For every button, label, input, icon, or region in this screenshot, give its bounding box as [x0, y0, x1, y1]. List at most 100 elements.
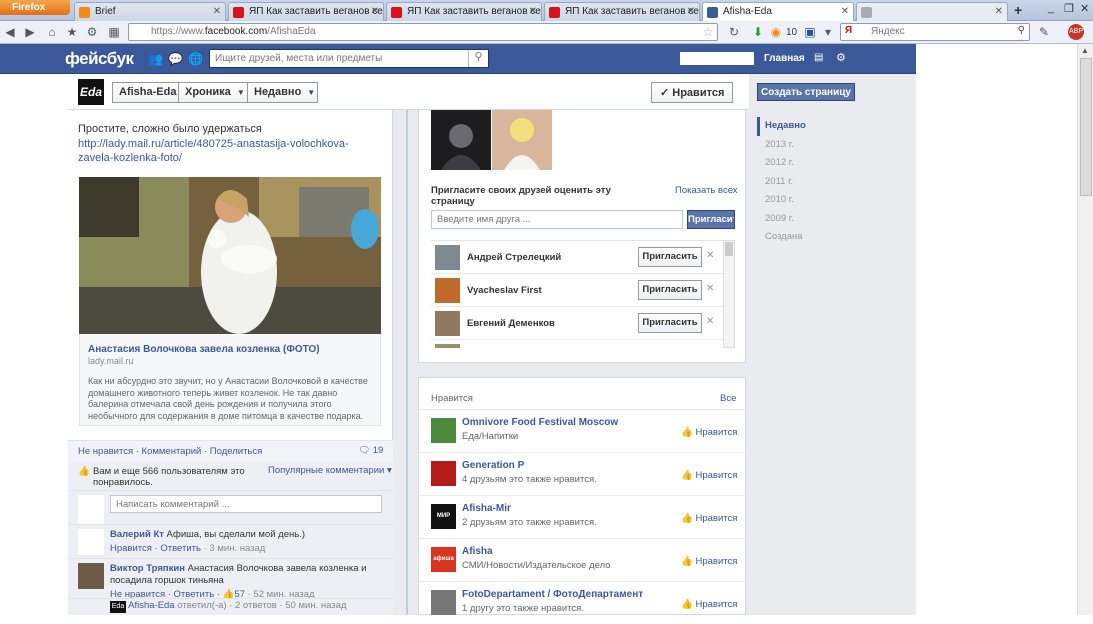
- close-icon[interactable]: ✕: [995, 6, 1003, 17]
- year-item-2013[interactable]: 2013 г.: [757, 136, 837, 155]
- year-item-2010[interactable]: 2010 г.: [757, 191, 837, 210]
- tab-article-2[interactable]: ЯП Как заставить веганов себ... ✕: [386, 2, 542, 21]
- friend-name[interactable]: Евгений Деменков: [467, 318, 555, 329]
- avatar[interactable]: [435, 344, 460, 348]
- comments-count[interactable]: 🗨 19: [358, 445, 383, 456]
- reload-icon[interactable]: ↻: [726, 24, 742, 40]
- minimize-button[interactable]: _: [1048, 2, 1054, 16]
- messages-icon[interactable]: 💬: [168, 52, 183, 66]
- avatar[interactable]: [431, 418, 456, 443]
- forward-icon[interactable]: ▶: [22, 24, 38, 40]
- year-item-recent[interactable]: Недавно: [757, 117, 837, 136]
- facebook-logo[interactable]: фейсбук: [65, 49, 134, 69]
- star-icon[interactable]: ☆: [700, 24, 716, 40]
- tab-brief[interactable]: Brief ✕: [74, 2, 226, 21]
- liked-page-name[interactable]: Afisha: [462, 546, 493, 557]
- fb-search-input[interactable]: Ищите друзей, места или предметы: [209, 49, 489, 68]
- link-title[interactable]: Анастасия Волочкова завела козленка (ФОТ…: [88, 344, 320, 355]
- friend-name[interactable]: Vyacheslav First: [467, 285, 542, 296]
- notifications-icon[interactable]: 🌐: [188, 52, 203, 66]
- home-icon[interactable]: ⌂: [44, 24, 60, 40]
- gear-icon[interactable]: ⚙: [836, 51, 846, 64]
- liked-button[interactable]: ✓ Нравится: [651, 82, 734, 103]
- invite-friend-button[interactable]: Пригласить: [638, 313, 702, 333]
- avatar[interactable]: МИР: [431, 504, 456, 529]
- new-tab-button[interactable]: +: [1014, 2, 1022, 18]
- close-icon[interactable]: ✕: [706, 250, 714, 261]
- avatar[interactable]: афиша: [431, 547, 456, 572]
- account-icon[interactable]: ▤: [814, 52, 823, 63]
- avatar[interactable]: [431, 590, 456, 615]
- reply-author[interactable]: Afisha-Eda: [128, 600, 174, 611]
- photo-thumbnail[interactable]: [431, 110, 491, 170]
- reply-summary[interactable]: Еda Afisha-Eda ответил(-а) · 2 ответов ·…: [68, 598, 393, 615]
- like-button[interactable]: 👍 Нравится: [681, 427, 737, 438]
- rss-icon[interactable]: ◉: [768, 24, 784, 40]
- close-icon[interactable]: ✕: [529, 6, 537, 17]
- friend-list-scrollbar[interactable]: [723, 240, 735, 348]
- page-scrollbar[interactable]: ▲: [1077, 44, 1093, 615]
- recent-dropdown[interactable]: Недавно ▼: [247, 82, 318, 103]
- liked-page-name[interactable]: Omnivore Food Festival Moscow: [462, 417, 618, 428]
- tab-groups-icon[interactable]: ▦: [106, 24, 122, 40]
- year-item-2012[interactable]: 2012 г.: [757, 154, 837, 173]
- invite-friend-button[interactable]: Пригласить: [638, 247, 702, 267]
- search-bar[interactable]: Я Яндекс ⚲: [840, 23, 1030, 41]
- post-link[interactable]: http://lady.mail.ru/article/480725-anast…: [78, 137, 378, 165]
- friend-name-input[interactable]: Введите имя друга ...: [431, 210, 683, 229]
- download-icon[interactable]: ⬇: [750, 24, 766, 40]
- avatar[interactable]: [435, 311, 460, 336]
- popular-comments-dropdown[interactable]: Популярные комментарии ▾: [268, 465, 392, 476]
- comment-actions[interactable]: Нравится · Ответить: [110, 543, 201, 554]
- page-avatar[interactable]: Еda: [78, 79, 104, 105]
- search-icon[interactable]: ⚲: [468, 50, 488, 67]
- close-icon[interactable]: ✕: [687, 6, 695, 17]
- like-button[interactable]: 👍 Нравится: [681, 556, 737, 567]
- year-item-created[interactable]: Создана: [757, 228, 837, 247]
- link-preview[interactable]: Анастасия Волочкова завела козленка (ФОТ…: [79, 334, 381, 426]
- scroll-up-icon[interactable]: ▲: [1081, 46, 1089, 55]
- close-icon[interactable]: ✕: [213, 6, 221, 17]
- close-icon[interactable]: ✕: [371, 6, 379, 17]
- liked-page-name[interactable]: Afisha-Mir: [462, 503, 511, 514]
- adblock-icon[interactable]: ABP: [1068, 24, 1084, 40]
- friend-name[interactable]: Андрей Стрелецкий: [467, 252, 561, 263]
- maximize-button[interactable]: ❐: [1064, 2, 1074, 16]
- like-button[interactable]: 👍 Нравится: [681, 599, 737, 610]
- close-icon[interactable]: ✕: [706, 283, 714, 294]
- invite-friend-button[interactable]: Пригласить: [638, 280, 702, 300]
- home-link[interactable]: Главная: [764, 53, 805, 64]
- url-bar[interactable]: https://www.facebook.com/AfishaEda: [128, 23, 718, 41]
- close-window-button[interactable]: ✕: [1080, 2, 1089, 16]
- see-all-likes-link[interactable]: Все: [720, 393, 736, 404]
- page-name-button[interactable]: Afisha-Eda: [112, 82, 179, 103]
- post-actions[interactable]: Не нравится · Комментарий · Поделиться: [68, 440, 393, 462]
- back-icon[interactable]: ◀: [2, 24, 18, 40]
- comment-author[interactable]: Виктор Тряпкин: [110, 563, 185, 574]
- friend-requests-icon[interactable]: 👥: [148, 52, 163, 66]
- firefox-menu-button[interactable]: Firefox: [0, 0, 70, 15]
- avatar[interactable]: [431, 461, 456, 486]
- liked-page-name[interactable]: FotoDepartament / ФотоДепартамент: [462, 589, 643, 600]
- liked-page-name[interactable]: Generation P: [462, 460, 524, 471]
- save-icon[interactable]: ▣: [802, 24, 818, 40]
- tab-blank[interactable]: ✕: [856, 2, 1008, 21]
- invite-button[interactable]: Пригласить: [687, 210, 735, 229]
- close-icon[interactable]: ✕: [706, 316, 714, 327]
- create-page-button[interactable]: Создать страницу: [757, 83, 855, 101]
- timeline-dropdown[interactable]: Хроника ▼: [178, 82, 248, 103]
- avatar[interactable]: [78, 563, 104, 589]
- photo-thumbnail[interactable]: [492, 110, 552, 170]
- avatar[interactable]: [78, 529, 104, 555]
- search-icon[interactable]: ⚲: [1018, 25, 1025, 36]
- year-item-2011[interactable]: 2011 г.: [757, 173, 837, 192]
- addon-icon[interactable]: ✎: [1036, 24, 1052, 40]
- tab-article-1[interactable]: ЯП Как заставить веганов себ... ✕: [228, 2, 384, 21]
- bookmark-icon[interactable]: ★: [64, 24, 80, 40]
- settings-icon[interactable]: ⚙: [84, 24, 100, 40]
- year-item-2009[interactable]: 2009 г.: [757, 210, 837, 229]
- scroll-thumb[interactable]: [725, 242, 733, 256]
- like-button[interactable]: 👍 Нравится: [681, 513, 737, 524]
- avatar[interactable]: [435, 245, 460, 270]
- scroll-thumb[interactable]: [1080, 58, 1092, 196]
